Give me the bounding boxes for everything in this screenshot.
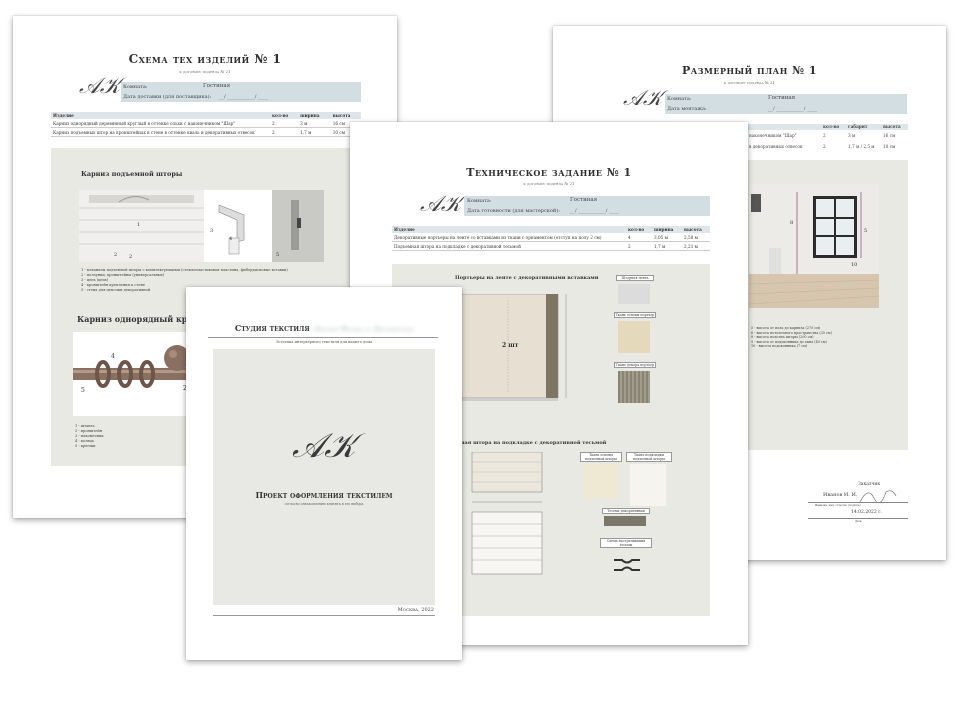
scheme-date-label: Дата доставки (для поставщика): bbox=[123, 94, 212, 100]
logo-icon: 𝒜𝒦 bbox=[292, 426, 356, 466]
size-plan-title: Размерный план № 1 bbox=[681, 64, 818, 77]
col-width: ширина bbox=[651, 226, 683, 233]
svg-text:10: 10 bbox=[851, 262, 857, 268]
scheme-subtitle: к договору подряда № 21 bbox=[179, 69, 231, 74]
svg-text:8: 8 bbox=[790, 220, 793, 226]
studio-heading: Студия текстиля «Ателье» Москва ул. Диза… bbox=[186, 323, 462, 333]
tech-room-value: Гостиная bbox=[570, 197, 598, 203]
blind-mechanism-image: 1 2 2 3 4 5 bbox=[79, 190, 324, 262]
tech-date-label: Дата готовности (для мастерской): bbox=[467, 208, 560, 214]
size-date-blank: __/ ___________/ ____ bbox=[768, 106, 818, 112]
size-plan-subtitle: к договору подряда № 21 bbox=[723, 80, 776, 85]
cover-city-year: Москва, 2022 bbox=[397, 607, 434, 613]
cover-tagline: Эстетика интерьерного текстиля для вашег… bbox=[275, 340, 373, 344]
client-caption: Фамилия, имя, отчество (подпись) bbox=[815, 504, 861, 507]
decor-fabric-swatch bbox=[618, 371, 650, 403]
blind-base-swatch bbox=[584, 464, 618, 498]
svg-text:5: 5 bbox=[276, 252, 279, 258]
tech-section1-title: Портьеры на ленте с декоративными вставк… bbox=[455, 275, 599, 281]
table-row: Декоративные портьеры на ленте со вставк… bbox=[392, 233, 710, 242]
size-date-label: Дата монтажа: bbox=[667, 106, 707, 112]
col-height: высота bbox=[682, 226, 710, 233]
scheme-spec-table: Изделие кол-во ширина высота Карниз одно… bbox=[51, 112, 361, 137]
table-row: в декоративных отвесок bbox=[749, 144, 803, 149]
col-qty: кол-во bbox=[626, 226, 652, 233]
tech-subtitle: к договору подряда № 21 bbox=[523, 181, 575, 186]
size-room-value: Гостиная bbox=[768, 95, 796, 101]
size-legend: 5 - высота от пола до карниза (270 см) 6… bbox=[751, 326, 832, 348]
tag-decor-braid: Тесьма декоративная bbox=[602, 508, 650, 514]
tech-section2-title: Подъемная штора на подкладке с декоратив… bbox=[438, 440, 607, 446]
date-signed: 14.02.2022 г. bbox=[851, 510, 882, 515]
room-window-image: 5 10 8 bbox=[749, 184, 879, 308]
base-fabric-swatch bbox=[618, 321, 650, 353]
project-subtitle: согласно ознакомлению клиента и его выбо… bbox=[284, 502, 364, 506]
col-qty: кол-во bbox=[270, 112, 299, 119]
panel2-legend: 1 - штанга 2 - кронштейн 3 - наконечник … bbox=[75, 424, 104, 448]
col-width: ширина bbox=[298, 112, 331, 119]
studio-label: Студия текстиля bbox=[234, 323, 310, 333]
roman-blind-drawing bbox=[462, 451, 552, 581]
col-item: Изделие bbox=[51, 112, 270, 119]
svg-text:4: 4 bbox=[111, 353, 115, 360]
svg-text:2: 2 bbox=[129, 254, 132, 260]
signature-icon bbox=[858, 484, 898, 510]
tape-swatch bbox=[618, 284, 650, 304]
studio-name: «Ателье» Москва ул. Дизайнерская bbox=[312, 326, 414, 333]
tag-decor-fabric: Ткань декора портьер bbox=[614, 362, 656, 368]
col-qty: кол-во bbox=[823, 124, 840, 129]
panel1-title: Карниз подъемной шторы bbox=[81, 170, 183, 178]
scheme-date-blank: __/ ___________/ ____ bbox=[219, 94, 269, 100]
tag-blind-base: Ткань основы подъемной шторы bbox=[580, 452, 622, 462]
logo-icon: 𝒜𝒦 bbox=[79, 74, 121, 99]
blind-lining-swatch bbox=[630, 464, 666, 506]
sig-line bbox=[808, 502, 908, 503]
size-room-label: Комната: bbox=[667, 96, 692, 102]
cover-sheet: Студия текстиля «Ателье» Москва ул. Диза… bbox=[186, 287, 462, 660]
scheme-room-label: Комната: bbox=[123, 84, 148, 90]
cover-divider bbox=[208, 337, 438, 338]
svg-text:3: 3 bbox=[210, 228, 213, 234]
svg-text:4: 4 bbox=[229, 236, 232, 242]
braid-swatch bbox=[604, 516, 646, 526]
client-name: Иванов И. И. bbox=[823, 492, 858, 498]
table-row: Карниз подъемных штор на кронштейнах в с… bbox=[51, 127, 361, 137]
curtain-rod-image: 4 5 2 bbox=[73, 332, 193, 416]
cover-bottom-divider bbox=[213, 615, 435, 616]
table-row: Подъемная штора на подкладке с декоратив… bbox=[392, 241, 710, 251]
tech-spec-table: Изделие кол-во ширина высота Декоративны… bbox=[392, 226, 710, 251]
scheme-title: Схема тех изделий № 1 bbox=[128, 52, 282, 66]
logo-icon: 𝒜𝒦 bbox=[623, 86, 663, 110]
col-height: высота bbox=[330, 112, 361, 119]
braid-scheme-icon bbox=[612, 556, 642, 578]
date-line bbox=[808, 518, 908, 519]
col-size: габарит bbox=[848, 124, 868, 129]
tech-room-label: Комната: bbox=[467, 198, 492, 204]
table-row: наконечником "Шар" bbox=[749, 133, 797, 138]
curtain-count: 2 шт bbox=[502, 342, 519, 349]
svg-text:1: 1 bbox=[137, 222, 140, 228]
logo-icon: 𝒜𝒦 bbox=[420, 192, 462, 217]
curtain-drawing bbox=[457, 293, 578, 408]
tag-blind-lining: Ткань подкладки подъемной шторы bbox=[626, 452, 672, 462]
tech-date-blank: __/ ___________/ ____ bbox=[570, 208, 620, 214]
col-height: высота bbox=[883, 124, 901, 129]
table-row: Карниз однорядный деревянный круглый в о… bbox=[51, 119, 361, 128]
scheme-room-value: Гостиная bbox=[203, 83, 231, 89]
tag-base-fabric: Ткань основы портьер bbox=[614, 312, 656, 318]
project-title: Проект оформления текстилем bbox=[255, 490, 393, 500]
cover-panel bbox=[213, 349, 435, 605]
svg-text:5: 5 bbox=[864, 228, 867, 234]
col-item: Изделие bbox=[392, 226, 626, 233]
svg-text:2: 2 bbox=[114, 252, 117, 258]
tech-title: Техническое задание № 1 bbox=[466, 166, 632, 179]
date-caption: Дата bbox=[855, 520, 862, 523]
tag-tape: Шторная лента bbox=[616, 275, 654, 281]
svg-text:5: 5 bbox=[81, 387, 85, 394]
tag-braid-scheme: Схема настрачивания тесьмы bbox=[600, 538, 652, 548]
